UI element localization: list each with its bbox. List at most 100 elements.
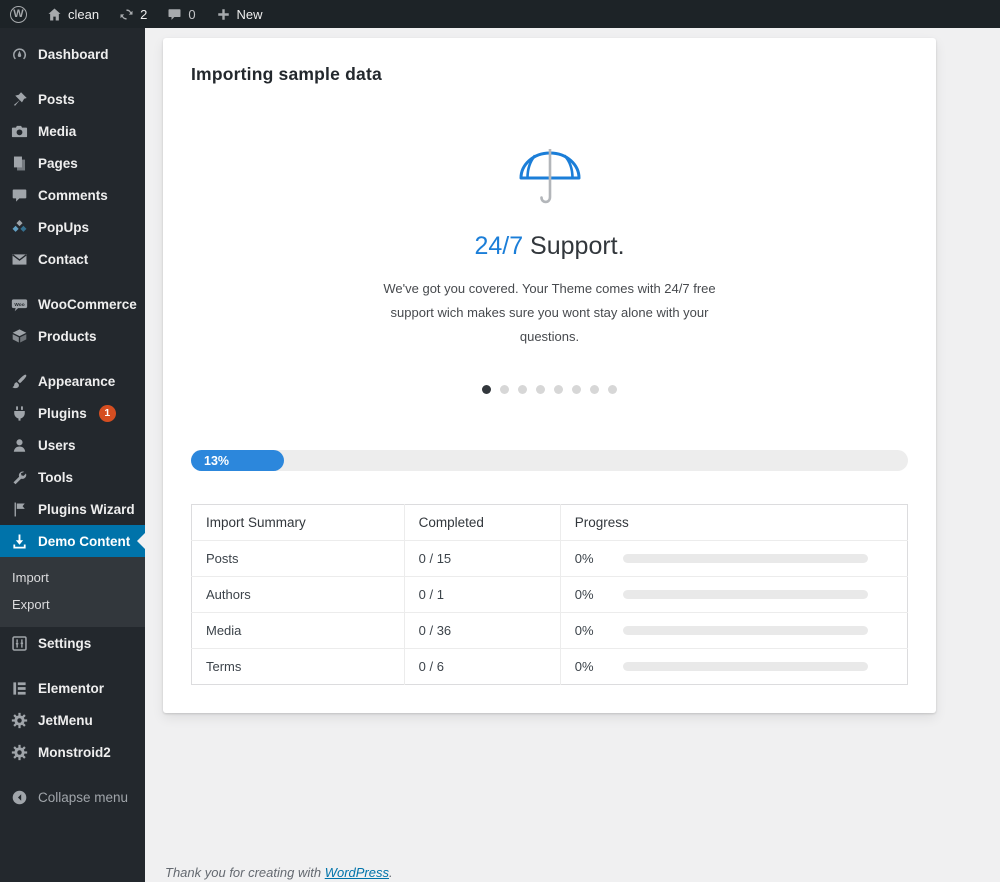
- carousel-dot[interactable]: [536, 385, 545, 395]
- sidebar-subitem-import[interactable]: Import: [0, 564, 145, 591]
- brush-icon: [10, 372, 28, 390]
- sidebar-item-plugins-wizard[interactable]: Plugins Wizard: [0, 493, 145, 525]
- carousel-dot[interactable]: [482, 385, 491, 395]
- new-content-menu[interactable]: New: [206, 0, 273, 28]
- cell-progress: 0%: [560, 577, 907, 613]
- gear-icon: [10, 711, 28, 729]
- table-row: Authors 0 / 1 0%: [191, 576, 908, 613]
- carousel-dot[interactable]: [518, 385, 527, 395]
- sidebar-item-label: Dashboard: [38, 46, 109, 62]
- updates-menu[interactable]: 2: [109, 0, 157, 28]
- slide-heading: 24/7 Support.: [191, 232, 908, 261]
- sidebar-item-label: Products: [38, 328, 97, 344]
- sidebar-item-elementor[interactable]: Elementor: [0, 672, 145, 704]
- gear-icon: [10, 743, 28, 761]
- collapse-arrow-icon: [10, 788, 28, 806]
- carousel-dots: [191, 385, 908, 395]
- cell-item-name: Posts: [191, 540, 405, 577]
- sidebar-item-settings[interactable]: Settings: [0, 627, 145, 659]
- sidebar-item-collapse-menu[interactable]: Collapse menu: [0, 781, 145, 813]
- carousel-dot[interactable]: [590, 385, 599, 395]
- sidebar-item-label: Posts: [38, 91, 75, 107]
- sidebar-item-label: Comments: [38, 187, 108, 203]
- sidebar-item-pages[interactable]: Pages: [0, 147, 145, 179]
- sidebar-item-media[interactable]: Media: [0, 115, 145, 147]
- sidebar-item-monstroid2[interactable]: Monstroid2: [0, 736, 145, 768]
- sidebar-item-label: Collapse menu: [38, 789, 129, 805]
- footer-credit: Thank you for creating with WordPress.: [165, 865, 1000, 880]
- sliders-icon: [10, 634, 28, 652]
- home-icon: [48, 8, 61, 20]
- popups-diamonds-icon: [10, 218, 28, 236]
- envelope-icon: [10, 250, 28, 268]
- cell-item-name: Authors: [191, 576, 405, 613]
- col-header-import-summary: Import Summary: [191, 504, 405, 541]
- sidebar-menu: Dashboard Posts Media Pages Comments PopUps Co…: [0, 38, 145, 813]
- sidebar-item-woocommerce[interactable]: Woo WooCommerce: [0, 288, 145, 320]
- user-icon: [10, 436, 28, 454]
- main-content: Importing sample data 24/7 Support. We'v…: [145, 28, 1000, 882]
- comments-menu[interactable]: 0: [157, 0, 205, 28]
- row-progress-bar: [622, 626, 868, 636]
- cell-completed: 0 / 1: [404, 576, 561, 613]
- wordpress-logo-menu[interactable]: W: [0, 0, 37, 28]
- sidebar-item-users[interactable]: Users: [0, 429, 145, 461]
- table-row: Terms 0 / 6 0%: [191, 648, 908, 685]
- sidebar-item-label: Pages: [38, 155, 78, 171]
- row-progress-bar: [622, 590, 868, 600]
- overall-progress-fill: 13%: [191, 450, 285, 472]
- sidebar-item-label: Plugins Wizard: [38, 501, 135, 517]
- sidebar-item-plugins[interactable]: Plugins 1: [0, 397, 145, 429]
- admin-sidebar: Dashboard Posts Media Pages Comments PopUps Co…: [0, 28, 145, 882]
- sidebar-item-popups[interactable]: PopUps: [0, 211, 145, 243]
- slide-heading-rest: Support.: [523, 232, 625, 260]
- sidebar-item-tools[interactable]: Tools: [0, 461, 145, 493]
- sidebar-item-demo-content[interactable]: Demo Content: [0, 525, 145, 557]
- row-progress-label: 0%: [574, 659, 594, 675]
- sidebar-item-contact[interactable]: Contact: [0, 243, 145, 275]
- import-summary-table: Import Summary Completed Progress Posts 0…: [191, 504, 908, 686]
- camera-icon: [10, 122, 28, 140]
- cell-completed: 0 / 15: [404, 540, 561, 577]
- sidebar-item-label: Contact: [38, 251, 89, 267]
- sidebar-subitem-export[interactable]: Export: [0, 591, 145, 618]
- sidebar-item-dashboard[interactable]: Dashboard: [0, 38, 145, 70]
- sidebar-item-posts[interactable]: Posts: [0, 83, 145, 115]
- overall-progress-label: 13%: [204, 453, 230, 468]
- feature-slide: 24/7 Support. We've got you covered. You…: [191, 141, 908, 395]
- updates-icon: [120, 8, 133, 20]
- updates-count: 2: [140, 6, 148, 22]
- plugin-icon: [10, 404, 28, 422]
- row-progress-label: 0%: [574, 587, 594, 603]
- sidebar-item-appearance[interactable]: Appearance: [0, 365, 145, 397]
- site-name-menu[interactable]: clean: [37, 0, 109, 28]
- row-progress-bar: [622, 554, 868, 564]
- svg-text:Woo: Woo: [14, 301, 24, 307]
- cell-progress: 0%: [560, 541, 907, 577]
- carousel-dot[interactable]: [554, 385, 563, 395]
- row-progress-label: 0%: [574, 623, 594, 639]
- wrench-icon: [10, 468, 28, 486]
- sidebar-item-jetmenu[interactable]: JetMenu: [0, 704, 145, 736]
- wordpress-link[interactable]: WordPress: [325, 865, 389, 880]
- sidebar-item-label: Plugins: [38, 405, 87, 421]
- sidebar-item-label: Appearance: [38, 373, 116, 389]
- table-row: Media 0 / 36 0%: [191, 612, 908, 649]
- sidebar-item-label: Users: [38, 437, 76, 453]
- cell-item-name: Media: [191, 612, 405, 649]
- sidebar-item-label: Tools: [38, 469, 73, 485]
- dashboard-icon: [10, 45, 28, 63]
- carousel-dot[interactable]: [608, 385, 617, 395]
- sidebar-item-label: Demo Content: [38, 533, 131, 549]
- pin-icon: [10, 90, 28, 108]
- box-icon: [10, 327, 28, 345]
- col-header-completed: Completed: [404, 504, 561, 541]
- sidebar-item-comments[interactable]: Comments: [0, 179, 145, 211]
- sidebar-item-products[interactable]: Products: [0, 320, 145, 352]
- cell-item-name: Terms: [191, 648, 405, 685]
- admin-bar: W clean 2 0 New: [0, 0, 1000, 28]
- carousel-dot[interactable]: [572, 385, 581, 395]
- plus-icon: [217, 8, 229, 20]
- table-row: Posts 0 / 15 0%: [191, 540, 908, 577]
- carousel-dot[interactable]: [500, 385, 509, 395]
